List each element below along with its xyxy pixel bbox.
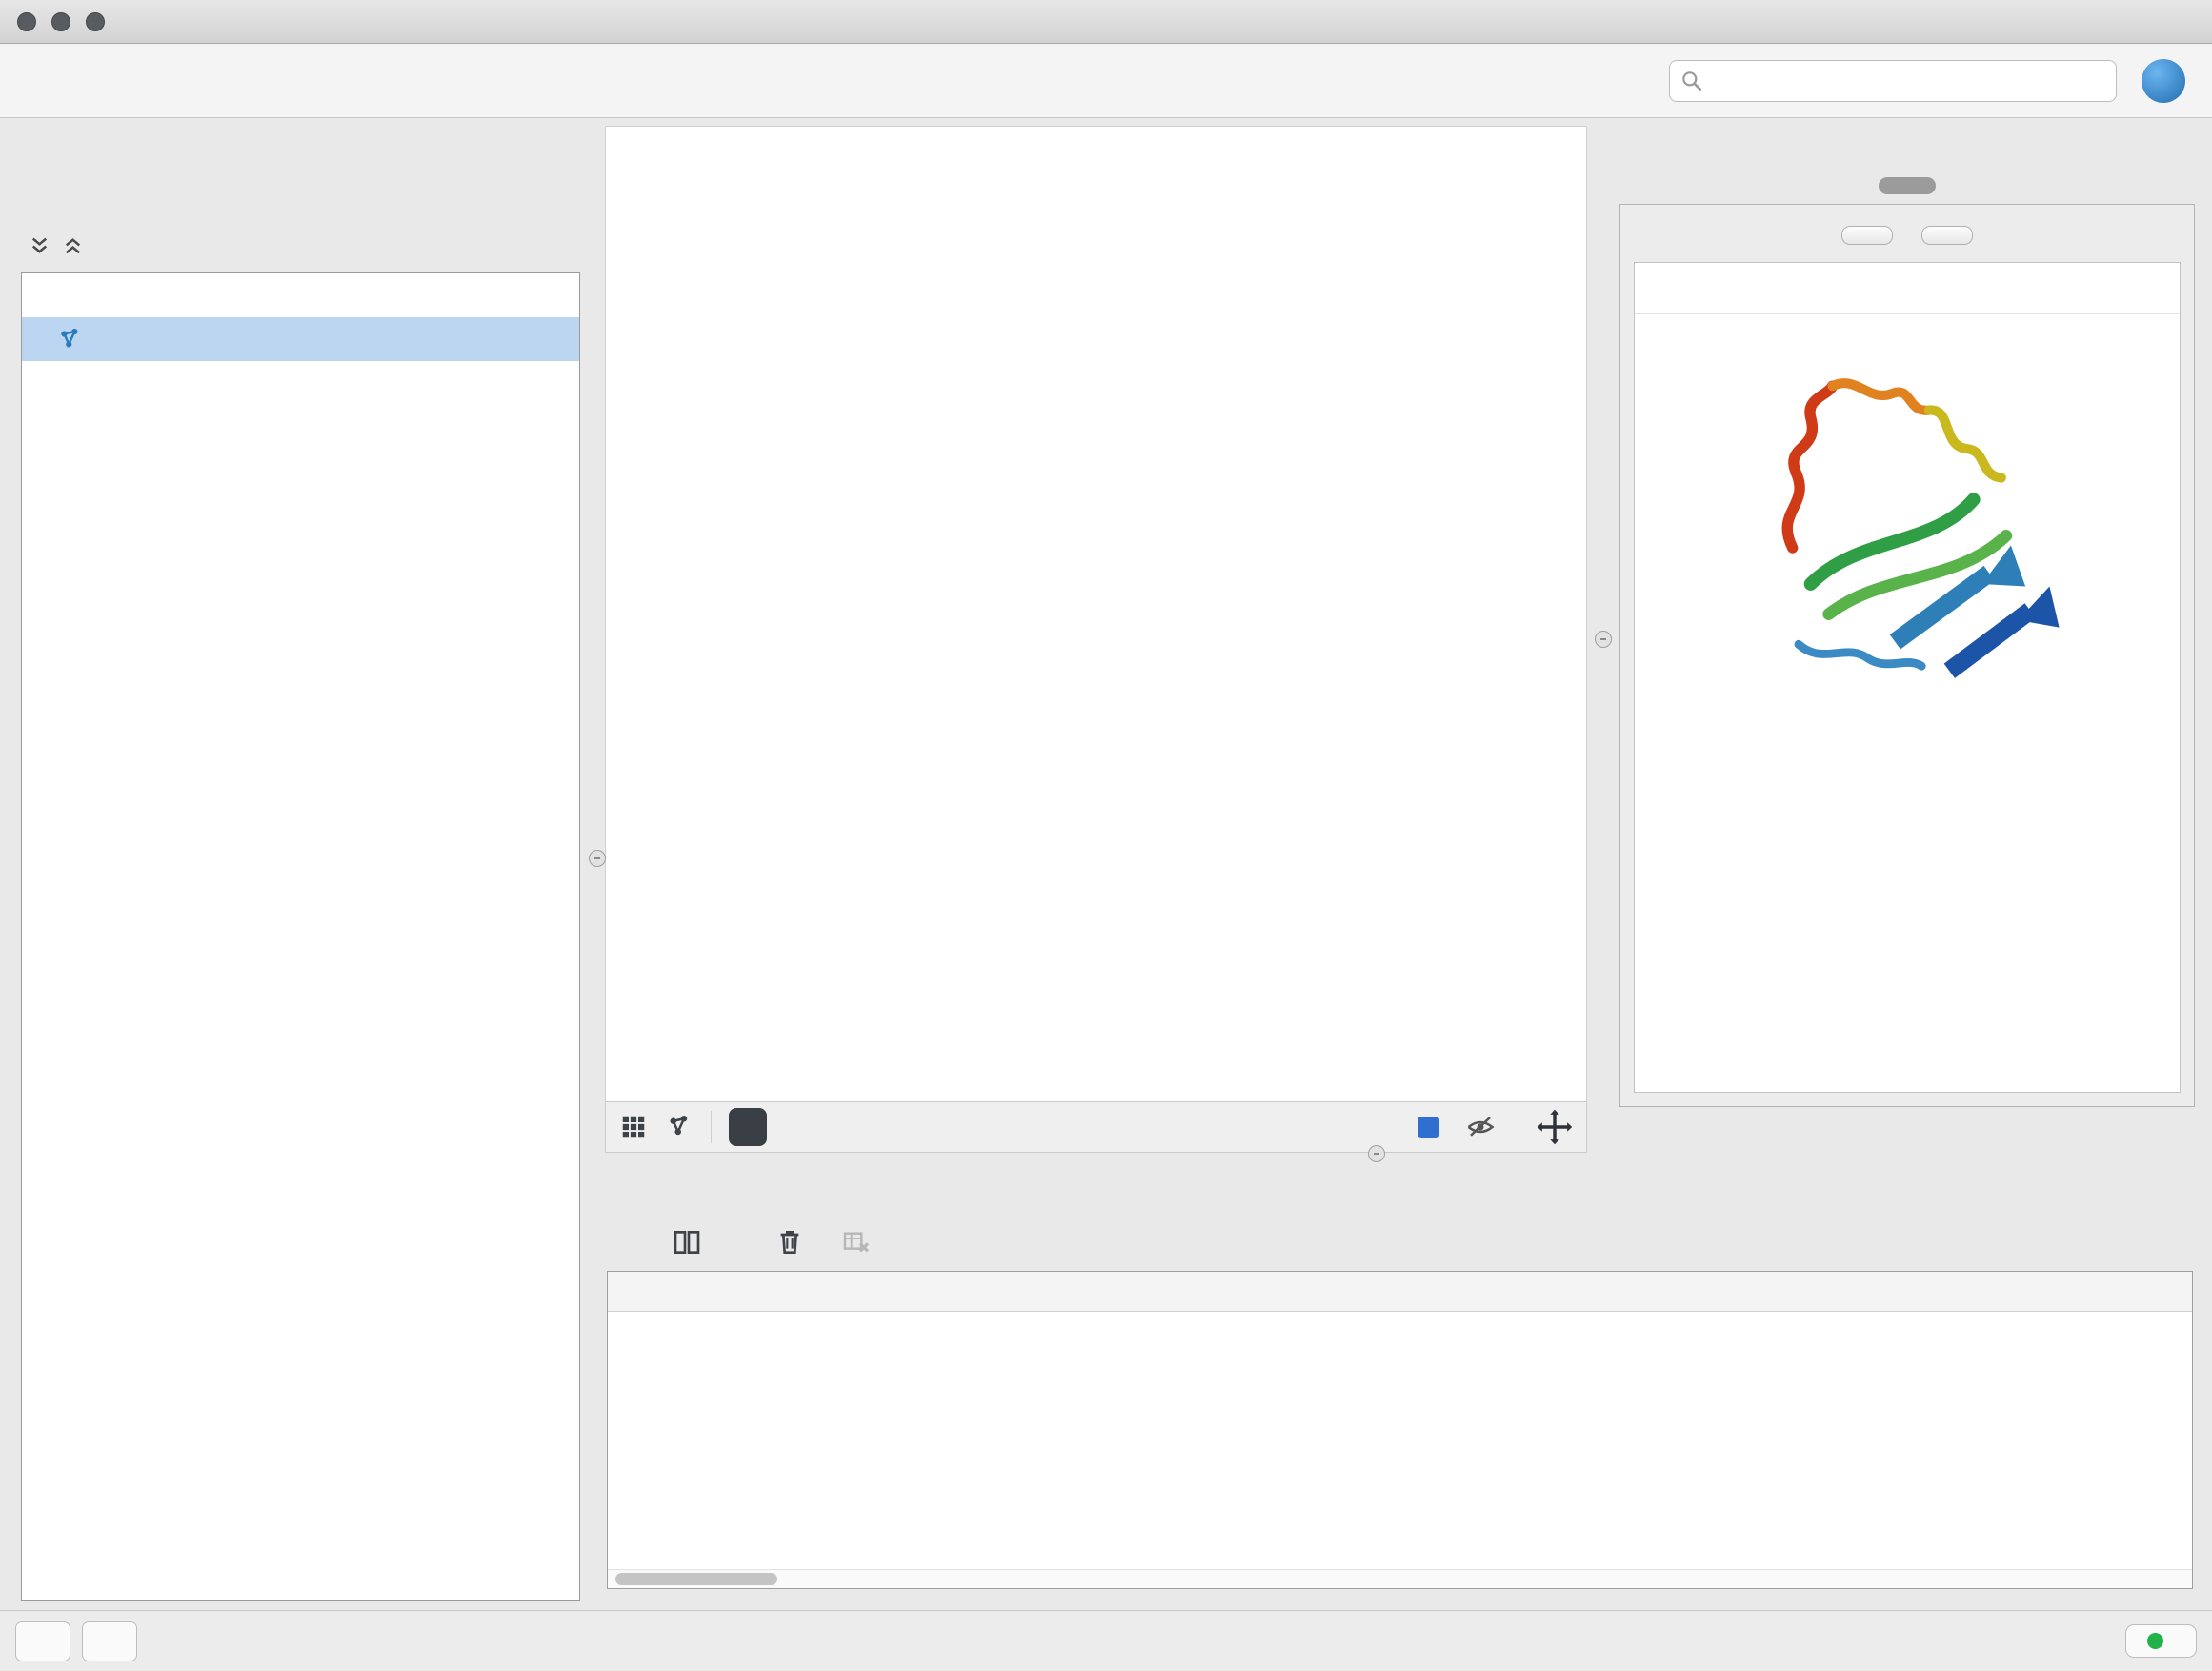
- toolbar-separator: [711, 1111, 712, 1143]
- help-button[interactable]: [2142, 59, 2185, 103]
- table-panel-header: [605, 1166, 2195, 1214]
- scrollbar-thumb[interactable]: [615, 1573, 777, 1585]
- control-panel: [11, 126, 590, 1610]
- close-window-button[interactable]: [17, 12, 36, 31]
- collapse-all-icon[interactable]: [27, 233, 52, 259]
- memory-status-dot: [2147, 1633, 2163, 1649]
- cloud-icon[interactable]: [15, 1621, 70, 1661]
- maximize-window-button[interactable]: [86, 12, 105, 31]
- right-region: [605, 126, 2195, 1610]
- window-controls: [0, 12, 105, 31]
- node-table: [607, 1271, 2193, 1589]
- network-view: [605, 126, 1587, 1153]
- network-selection-bar: [11, 219, 590, 272]
- pan-crosshair-icon[interactable]: [1537, 1109, 1573, 1145]
- title-bar: [0, 0, 2212, 44]
- network-tree: [21, 272, 580, 1601]
- search-box[interactable]: [1669, 60, 2117, 102]
- export-network-button[interactable]: [729, 1108, 767, 1146]
- table-body: [608, 1312, 2192, 1569]
- results-panel-header: [1619, 126, 2195, 173]
- network-view-toolbar: [605, 1101, 1587, 1153]
- memory-button[interactable]: [2125, 1624, 2197, 1658]
- warning-icon[interactable]: [82, 1621, 137, 1661]
- crosslinks-title: [1635, 728, 2180, 743]
- splitter-handle-left[interactable]: [589, 850, 606, 867]
- delete-column-icon[interactable]: [774, 1227, 805, 1258]
- collapse-all-button[interactable]: [1921, 226, 1973, 245]
- search-input[interactable]: [1712, 69, 2106, 92]
- gene-description: [1635, 314, 2180, 328]
- control-panel-header: [11, 126, 590, 173]
- network-collection-row[interactable]: [22, 273, 579, 317]
- protein-structure-image: [1635, 328, 2180, 728]
- network-icon: [56, 326, 84, 353]
- main-area: [0, 118, 2212, 1610]
- network-row-selected[interactable]: [22, 317, 579, 361]
- table-toolbar: [605, 1214, 2195, 1271]
- horizontal-scrollbar[interactable]: [608, 1569, 2192, 1588]
- selected-checkbox-icon[interactable]: [1418, 1117, 1439, 1138]
- splitter-handle-bottom[interactable]: [1368, 1145, 1385, 1162]
- results-panel: [1619, 126, 2195, 1153]
- selected-counts: [1418, 1117, 1449, 1138]
- network-canvas[interactable]: [605, 126, 1587, 1101]
- show-columns-icon[interactable]: [672, 1227, 702, 1258]
- search-icon: [1679, 69, 1704, 93]
- expand-all-icon[interactable]: [60, 233, 86, 259]
- table-panel: [605, 1166, 2195, 1597]
- splitter-handle-right[interactable]: [1595, 631, 1612, 648]
- table-header-row: [608, 1272, 2192, 1312]
- network-overview-icon[interactable]: [665, 1113, 694, 1141]
- grid-view-icon[interactable]: [619, 1113, 648, 1141]
- string-results-box: [1619, 204, 2195, 1107]
- gene-card-header[interactable]: [1635, 263, 2180, 314]
- vertical-splitter[interactable]: [1587, 126, 1619, 1153]
- tab-string[interactable]: [1879, 177, 1936, 194]
- gene-card: [1634, 262, 2181, 1093]
- delete-table-icon: [841, 1227, 872, 1258]
- eye-slash-icon[interactable]: [1466, 1113, 1495, 1141]
- control-panel-tabs: [11, 173, 590, 219]
- expand-all-button[interactable]: [1841, 226, 1893, 245]
- main-toolbar: [0, 44, 2212, 118]
- hidden-counts: [1466, 1113, 1504, 1141]
- minimize-window-button[interactable]: [51, 12, 70, 31]
- status-bar: [0, 1610, 2212, 1671]
- results-tabs: [1619, 177, 2195, 194]
